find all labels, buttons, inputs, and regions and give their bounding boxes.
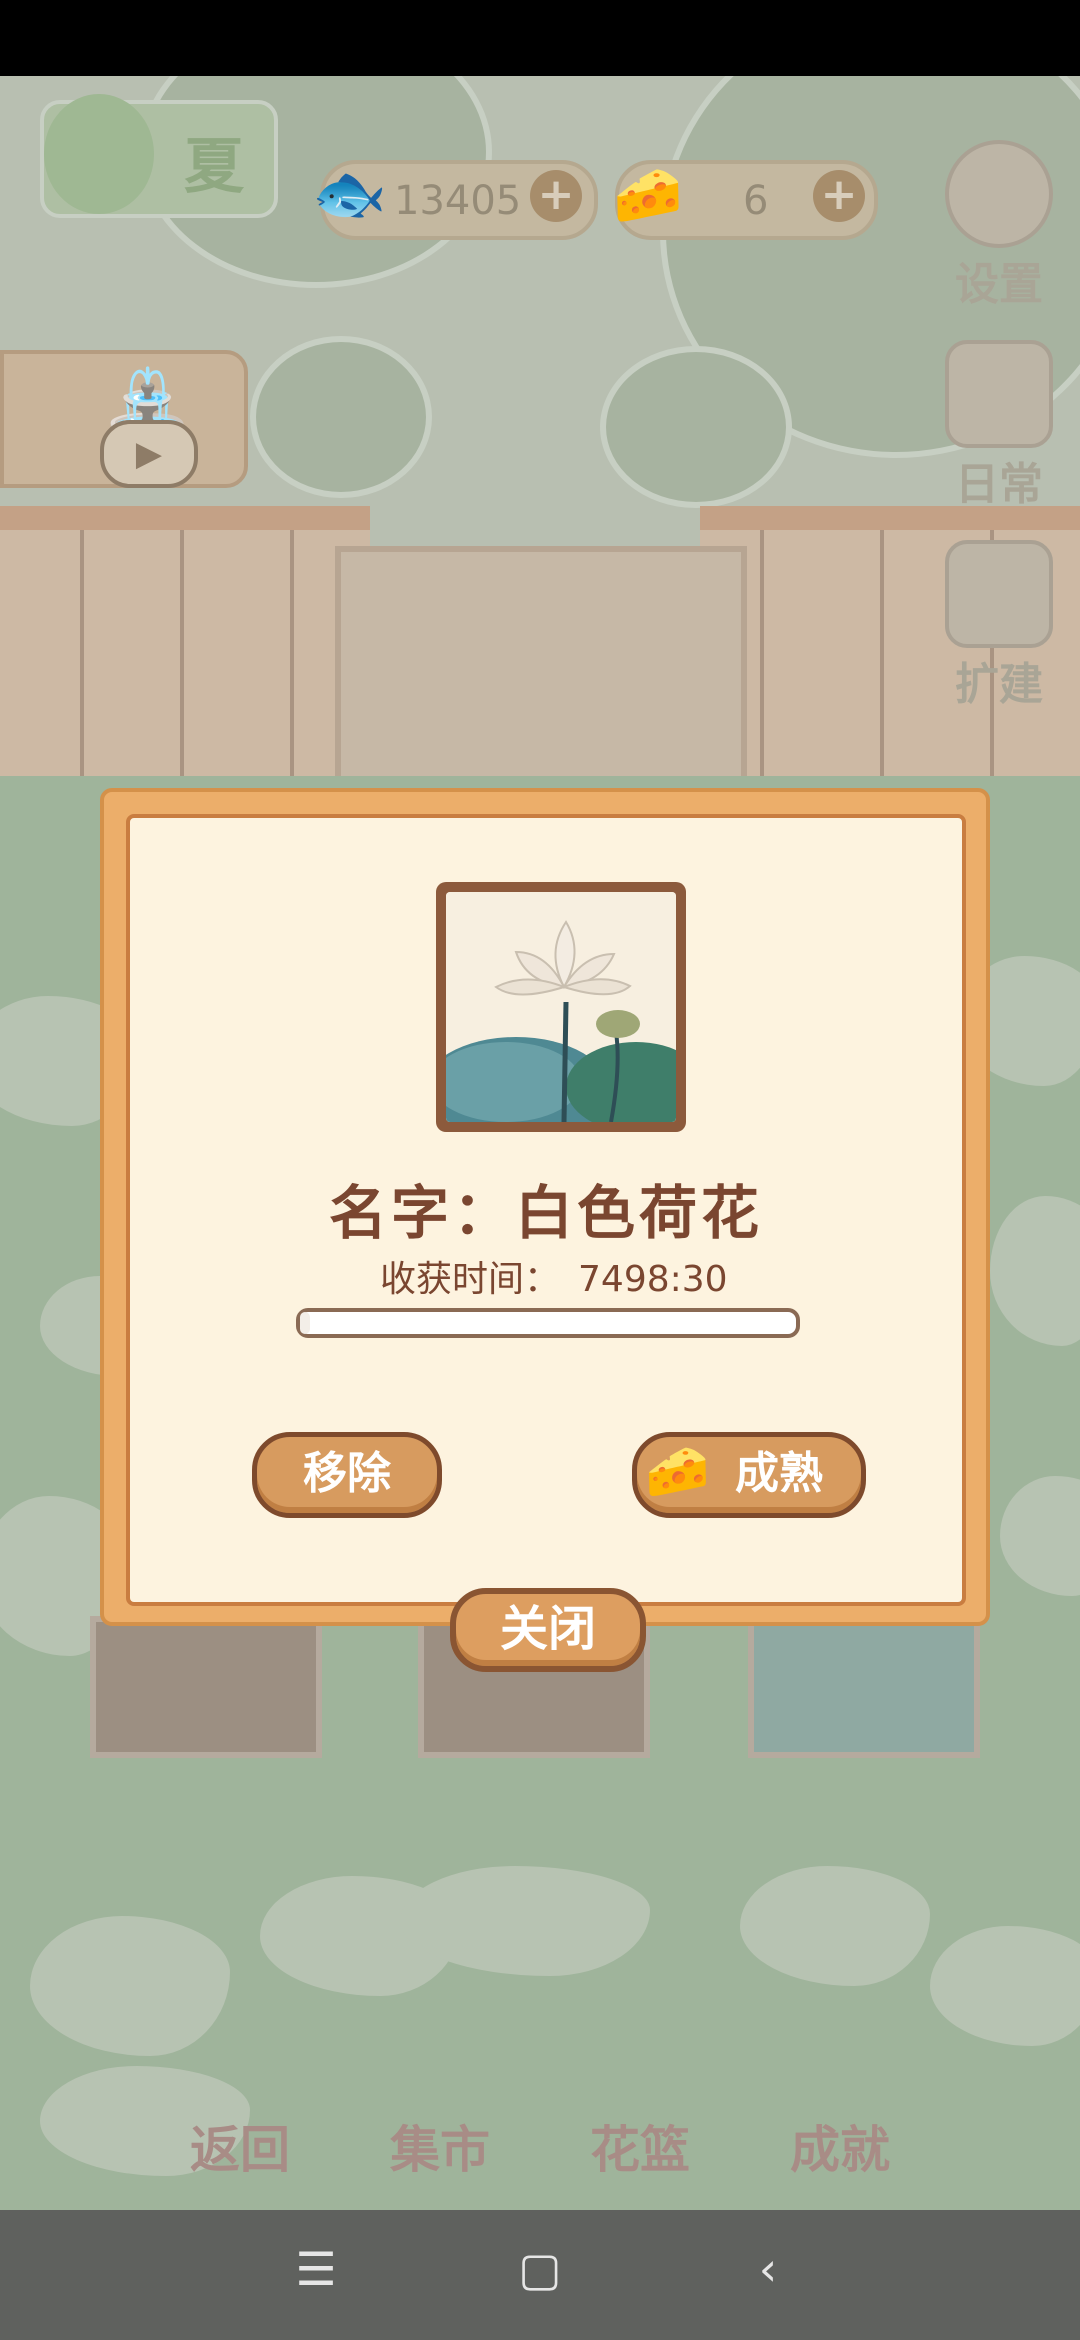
close-button[interactable]: 关闭 [450, 1588, 646, 1672]
cheese-icon: 🧀 [645, 1442, 710, 1502]
lotus-image [446, 892, 676, 1122]
plant-info-dialog: 名字：白色荷花 收获时间： 7498:30 移除 🧀 成熟 [100, 788, 990, 1626]
garden-plot[interactable] [90, 1616, 322, 1758]
plant-name: 名字：白色荷花 [328, 1179, 763, 1247]
play-icon[interactable]: ▶ [100, 420, 198, 488]
status-bar [0, 0, 1080, 76]
season-label: 夏 [184, 132, 244, 202]
cheese-counter: 🧀 6 + [613, 160, 878, 240]
harvest-time-value: 7498:30 [578, 1259, 728, 1300]
back-icon[interactable]: ‹ [738, 2242, 798, 2296]
remove-button[interactable]: 移除 [252, 1432, 442, 1518]
nav-back-button[interactable]: 返回 [170, 2110, 310, 2182]
tree-icon [44, 94, 154, 214]
gear-icon [945, 140, 1053, 248]
growth-progress-fill [300, 1312, 310, 1334]
daily-note-icon [945, 340, 1053, 448]
add-cheese-button[interactable]: + [813, 170, 865, 222]
cheese-count: 6 [743, 178, 769, 224]
bush [250, 336, 432, 498]
settings-button[interactable]: 设置 [940, 140, 1058, 312]
system-nav-bar: ☰ ▢ ‹ [0, 2210, 1080, 2340]
cheese-icon: 🧀 [613, 163, 683, 228]
settings-label: 设置 [955, 259, 1043, 310]
ripen-label: 成熟 [735, 1448, 823, 1499]
daily-button[interactable]: 日常 [940, 340, 1058, 512]
hammer-icon [945, 540, 1053, 648]
nav-basket-button[interactable]: 花篮 [570, 2110, 710, 2182]
menu-icon[interactable]: ☰ [286, 2242, 346, 2296]
growth-progress-bar [296, 1308, 800, 1338]
fish-counter: 🐟 13405 + [312, 159, 598, 240]
harvest-time-label: 收获时间： [380, 1259, 561, 1300]
add-fish-button[interactable]: + [530, 170, 582, 222]
close-label: 关闭 [499, 1601, 596, 1657]
harvest-time: 收获时间： 7498:30 [380, 1250, 728, 1302]
season-indicator[interactable]: 夏 [40, 94, 278, 218]
home-icon[interactable]: ▢ [510, 2242, 570, 2296]
bush [600, 346, 792, 508]
expand-button[interactable]: 扩建 [940, 540, 1058, 712]
expand-label: 扩建 [955, 659, 1043, 710]
bottom-nav: 返回 集市 花篮 成就 [0, 2120, 1080, 2210]
plant-portrait-frame [436, 882, 686, 1132]
nav-achievements-label: 成就 [790, 2121, 890, 2179]
garden-pond-plot[interactable] [748, 1616, 980, 1758]
fish-count: 13405 [394, 178, 522, 224]
nav-achievements-button[interactable]: 成就 [770, 2110, 910, 2182]
nav-market-label: 集市 [390, 2121, 490, 2179]
nav-back-label: 返回 [190, 2121, 290, 2179]
nav-basket-label: 花篮 [590, 2121, 690, 2179]
fish-icon: 🐟 [312, 159, 387, 229]
nav-market-button[interactable]: 集市 [370, 2110, 510, 2182]
remove-label: 移除 [303, 1448, 391, 1499]
dialog-panel: 名字：白色荷花 收获时间： 7498:30 移除 🧀 成熟 [126, 814, 966, 1606]
daily-label: 日常 [955, 459, 1043, 510]
ripen-button[interactable]: 🧀 成熟 [632, 1432, 866, 1518]
